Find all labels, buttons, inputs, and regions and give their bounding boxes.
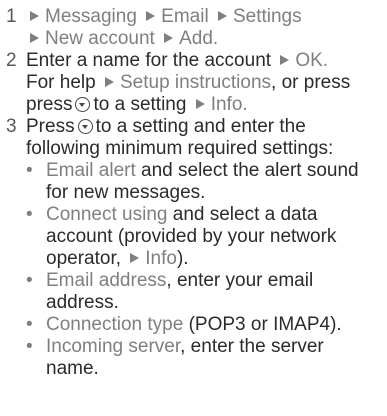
triangle-right-icon bbox=[280, 55, 290, 65]
setting-description: ). bbox=[176, 248, 189, 269]
text: , or press bbox=[271, 72, 351, 93]
setting-name: Connection type bbox=[46, 314, 184, 335]
settings-list: • Email alert and select the alert sound… bbox=[6, 160, 381, 380]
menu-item: Settings bbox=[232, 6, 302, 27]
setting-name: Email address bbox=[46, 270, 167, 291]
step-1: 1 Messaging Email Settings New account A… bbox=[6, 6, 381, 50]
setting-name: Incoming server bbox=[46, 336, 181, 357]
info-label: Info bbox=[145, 248, 177, 269]
step-text: Press to a setting and enter the followin… bbox=[26, 116, 381, 160]
step-number: 1 bbox=[6, 6, 17, 27]
step-text: Messaging Email Settings New account Add… bbox=[26, 6, 381, 50]
joystick-down-icon bbox=[75, 97, 91, 112]
triangle-right-icon bbox=[217, 11, 227, 21]
setting-description: (POP3 or IMAP4). bbox=[183, 314, 342, 335]
list-item: • Connect using and select a data accoun… bbox=[26, 204, 381, 270]
list-item: • Email address, enter your email addres… bbox=[26, 270, 381, 314]
setup-instructions-label: Setup instructions bbox=[119, 72, 272, 93]
text: Enter a name for the account bbox=[26, 50, 272, 71]
step-text: Enter a name for the account OK. For hel… bbox=[26, 50, 381, 116]
menu-item: Email bbox=[161, 6, 209, 27]
bullet-icon: • bbox=[26, 270, 33, 291]
triangle-right-icon bbox=[130, 253, 140, 263]
menu-item: New account bbox=[45, 28, 155, 49]
instructions: 1 Messaging Email Settings New account A… bbox=[0, 0, 387, 380]
bullet-icon: • bbox=[26, 204, 33, 225]
step-number: 2 bbox=[6, 50, 17, 71]
step-3: 3 Press to a setting and enter the follow… bbox=[6, 116, 381, 160]
text: to a setting bbox=[93, 94, 187, 115]
setting-name: Connect using bbox=[46, 204, 168, 225]
joystick-down-icon bbox=[77, 119, 93, 134]
step-number: 3 bbox=[6, 116, 17, 137]
step-2: 2 Enter a name for the account OK. For h… bbox=[6, 50, 381, 116]
text: Press bbox=[26, 116, 75, 137]
setting-name: Email alert bbox=[46, 160, 136, 181]
list-item: • Connection type (POP3 or IMAP4). bbox=[26, 314, 381, 336]
triangle-right-icon bbox=[30, 11, 39, 21]
list-item: • Incoming server, enter the server name… bbox=[26, 336, 381, 380]
triangle-right-icon bbox=[146, 11, 156, 21]
bullet-icon: • bbox=[26, 314, 33, 335]
triangle-right-icon bbox=[30, 33, 39, 43]
menu-item: Messaging bbox=[45, 6, 137, 27]
triangle-right-icon bbox=[195, 99, 205, 109]
text: press bbox=[26, 94, 73, 115]
triangle-right-icon bbox=[104, 77, 114, 87]
bullet-icon: • bbox=[26, 160, 33, 181]
menu-item: Add. bbox=[179, 28, 219, 49]
info-label: Info. bbox=[210, 94, 248, 115]
bullet-icon: • bbox=[26, 336, 33, 357]
list-item: • Email alert and select the alert sound… bbox=[26, 160, 381, 204]
triangle-right-icon bbox=[164, 33, 174, 43]
ok-label: OK. bbox=[295, 50, 329, 71]
text: For help bbox=[26, 72, 96, 93]
